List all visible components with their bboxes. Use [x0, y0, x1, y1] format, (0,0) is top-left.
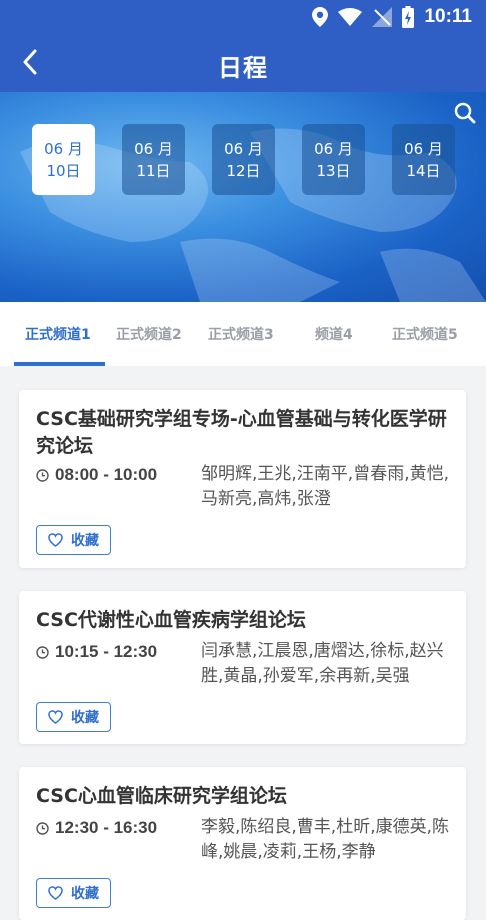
- date-month: 06 月: [44, 139, 83, 158]
- location-icon: [312, 7, 329, 27]
- date-item-0610[interactable]: 06 月 10日: [32, 124, 95, 195]
- date-selector: 06 月 10日 06 月 11日 06 月 12日 06 月 13日 06 月…: [32, 124, 455, 195]
- date-month: 06 月: [404, 139, 443, 158]
- favorite-button[interactable]: 收藏: [36, 525, 111, 555]
- favorite-label: 收藏: [71, 710, 99, 726]
- date-item-0613[interactable]: 06 月 13日: [302, 124, 365, 195]
- session-title: CSC代谢性心血管疾病学组论坛: [36, 609, 306, 631]
- date-month: 06 月: [134, 139, 173, 158]
- session-title: CSC基础研究学组专场-心血管基础与转化医学研究论坛: [36, 408, 447, 457]
- session-time-row: 08:00 - 10:00: [36, 465, 157, 485]
- battery-charging-icon: [402, 6, 415, 28]
- date-month: 06 月: [224, 139, 263, 158]
- session-card[interactable]: CSC心血管临床研究学组论坛 12:30 - 16:30 李毅,陈绍良,曹丰,杜…: [19, 767, 466, 920]
- tab-channel-5[interactable]: 正式频道5: [392, 324, 458, 344]
- wifi-icon: [338, 8, 363, 26]
- session-card[interactable]: CSC代谢性心血管疾病学组论坛 10:15 - 12:30 闫承慧,江晨恩,唐熠…: [19, 591, 466, 744]
- favorite-button[interactable]: 收藏: [36, 702, 111, 732]
- session-time-row: 10:15 - 12:30: [36, 642, 157, 662]
- favorite-label: 收藏: [71, 533, 99, 549]
- session-title: CSC心血管临床研究学组论坛: [36, 785, 287, 807]
- date-month: 06 月: [314, 139, 353, 158]
- tab-channel-3[interactable]: 正式频道3: [208, 324, 274, 344]
- date-day: 14日: [406, 161, 441, 180]
- date-day: 12日: [226, 161, 261, 180]
- channel-tabs: 正式频道1 正式频道2 正式频道3 频道4 正式频道5: [0, 302, 486, 366]
- clock-icon: [36, 645, 49, 659]
- search-icon: [454, 102, 476, 124]
- app-bar: 日程: [0, 34, 486, 92]
- heart-icon: [48, 886, 63, 900]
- date-item-0614[interactable]: 06 月 14日: [392, 124, 455, 195]
- heart-icon: [48, 533, 63, 547]
- favorite-button[interactable]: 收藏: [36, 878, 111, 908]
- date-day: 11日: [136, 161, 171, 180]
- session-time: 10:15 - 12:30: [55, 642, 158, 661]
- session-card[interactable]: CSC基础研究学组专场-心血管基础与转化医学研究论坛 08:00 - 10:00…: [19, 390, 466, 568]
- favorite-label: 收藏: [71, 886, 99, 902]
- session-time: 12:30 - 16:30: [55, 818, 158, 837]
- tab-channel-2[interactable]: 正式频道2: [116, 324, 182, 344]
- no-signal-icon: [372, 7, 393, 27]
- session-time: 08:00 - 10:00: [55, 465, 158, 484]
- session-speakers: 李毅,陈绍良,曹丰,杜昕,康德英,陈峰,姚晨,凌莉,王杨,李静: [201, 817, 450, 862]
- tab-channel-4[interactable]: 频道4: [315, 324, 353, 344]
- tab-channel-1[interactable]: 正式频道1: [25, 324, 91, 344]
- date-day: 10日: [46, 161, 81, 180]
- date-day: 13日: [316, 161, 351, 180]
- date-item-0611[interactable]: 06 月 11日: [122, 124, 185, 195]
- session-time-row: 12:30 - 16:30: [36, 818, 157, 838]
- clock-icon: [36, 821, 49, 835]
- session-speakers: 邹明辉,王兆,汪南平,曾春雨,黄恺,马新亮,高炜,张澄: [201, 464, 450, 509]
- status-bar: 10:11: [0, 0, 486, 34]
- search-button[interactable]: [452, 100, 478, 126]
- date-item-0612[interactable]: 06 月 12日: [212, 124, 275, 195]
- active-tab-indicator: [14, 362, 105, 366]
- clock-icon: [36, 468, 49, 482]
- hero-banner: 06 月 10日 06 月 11日 06 月 12日 06 月 13日 06 月…: [0, 92, 486, 302]
- session-speakers: 闫承慧,江晨恩,唐熠达,徐标,赵兴胜,黄晶,孙爱军,余再新,吴强: [201, 641, 444, 686]
- heart-icon: [48, 710, 63, 724]
- status-time: 10:11: [424, 6, 472, 27]
- page-title: 日程: [218, 54, 268, 82]
